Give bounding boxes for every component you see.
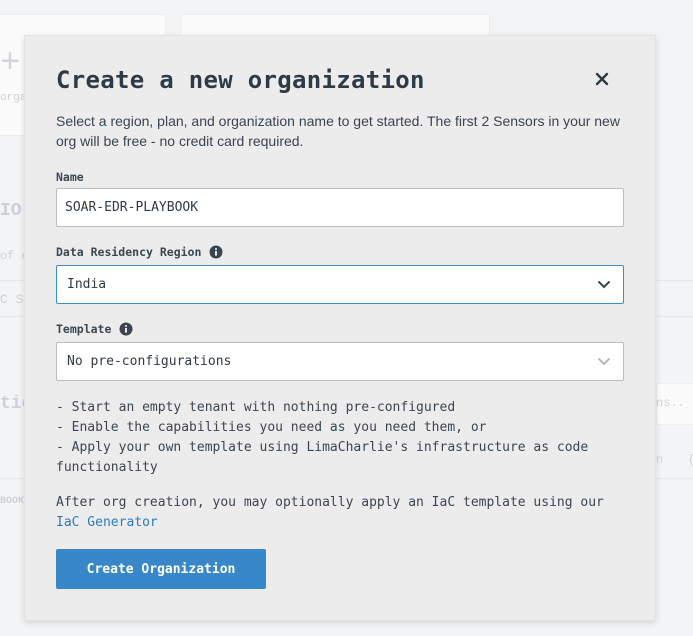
- info-icon[interactable]: [209, 245, 223, 259]
- background-heading: IO: [0, 201, 22, 221]
- template-note: - Apply your own template using LimaChar…: [56, 440, 597, 475]
- name-label-text: Name: [56, 170, 84, 184]
- template-label-text: Template: [56, 322, 112, 336]
- plus-icon: +: [0, 42, 20, 80]
- dialog-title: Create a new organization: [56, 66, 425, 94]
- template-note: - Start an empty tenant with nothing pre…: [56, 400, 456, 415]
- background-card-label: orga: [0, 92, 27, 104]
- chevron-down-icon: [598, 358, 610, 366]
- close-icon: [595, 72, 609, 86]
- region-select[interactable]: India: [56, 265, 624, 304]
- chevron-down-icon: [598, 281, 610, 289]
- template-select[interactable]: No pre-configurations: [56, 342, 624, 381]
- info-icon[interactable]: [119, 322, 133, 336]
- region-label-text: Data Residency Region: [56, 245, 202, 259]
- background-row: BOOK: [0, 496, 25, 507]
- after-creation-text: After org creation, you may optionally a…: [56, 493, 628, 533]
- create-organization-dialog: Create a new organization Select a regio…: [24, 35, 656, 621]
- close-button[interactable]: [591, 68, 613, 90]
- background-meta-2: (: [688, 453, 693, 467]
- create-organization-button[interactable]: Create Organization: [56, 549, 266, 589]
- template-note: - Enable the capabilities you need as yo…: [56, 420, 487, 435]
- template-label: Template: [56, 322, 133, 336]
- background-chip: C S: [0, 292, 24, 307]
- region-label: Data Residency Region: [56, 245, 223, 259]
- dialog-intro: Select a region, plan, and organization …: [56, 113, 620, 149]
- name-input[interactable]: [56, 188, 624, 227]
- background-hint: ns..: [656, 396, 685, 410]
- background-meta: n: [656, 453, 664, 467]
- after-creation-copy: After org creation, you may optionally a…: [56, 495, 604, 510]
- name-label: Name: [56, 170, 84, 184]
- region-select-value: India: [67, 277, 107, 292]
- template-notes: - Start an empty tenant with nothing pre…: [56, 398, 628, 478]
- iac-generator-link[interactable]: IaC Generator: [56, 515, 158, 530]
- template-select-value: No pre-configurations: [67, 354, 232, 369]
